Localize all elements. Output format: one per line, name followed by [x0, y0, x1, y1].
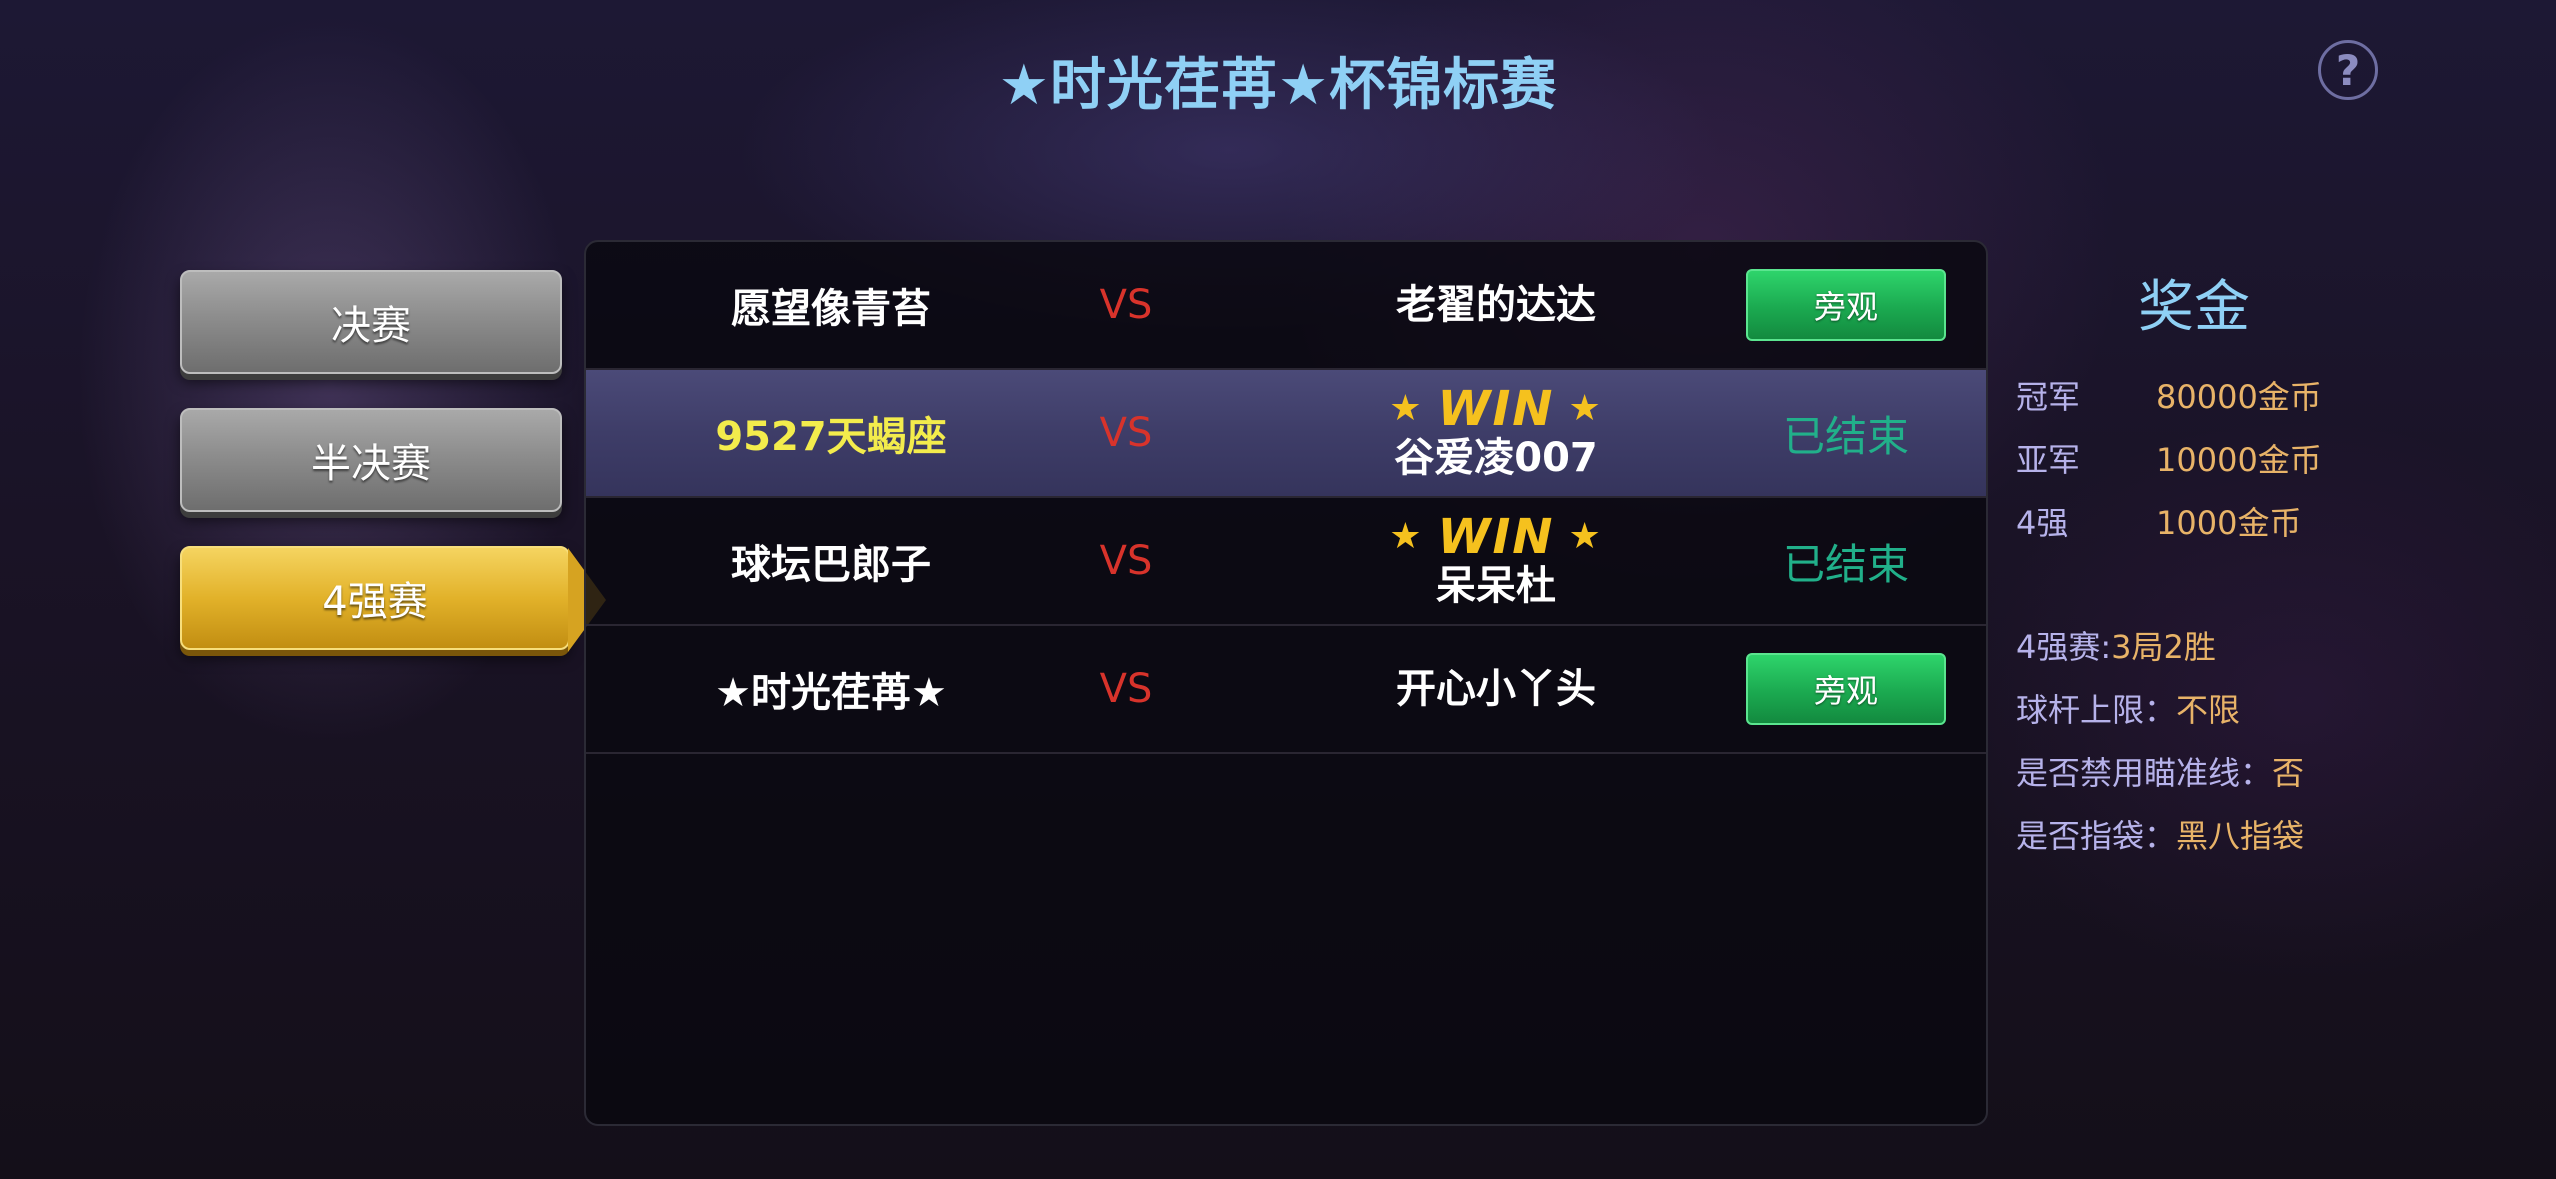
star-icon: ★	[1389, 388, 1424, 429]
star-icon: ★	[1568, 388, 1603, 429]
star-icon: ★	[1568, 516, 1603, 557]
match-list: 愿望像青苔 VS 老翟的达达 旁观 9527天蝎座 VS ★ WIN ★ 谷爱凌…	[584, 240, 1988, 1126]
vs-label: VS	[1099, 538, 1153, 584]
tab-quarterfinal[interactable]: 4强赛	[180, 546, 606, 652]
player2-name: 老翟的达达	[1396, 282, 1596, 328]
tab-semifinal[interactable]: 半决赛	[180, 408, 562, 512]
win-badge: ★ WIN ★	[1389, 384, 1603, 434]
prize-row: 亚军 10000金币	[2016, 435, 2322, 481]
match-row: ★时光荏苒★ VS 开心小丫头 旁观	[586, 626, 1986, 754]
prize-rank: 4强	[2016, 504, 2069, 542]
rule-row: 球杆上限： 不限	[2016, 685, 2240, 731]
prize-rank: 亚军	[2016, 441, 2081, 479]
player1-name: 球坛巴郎子	[731, 542, 931, 588]
prize-amount: 1000金币	[2156, 504, 2302, 542]
match-row: 愿望像青苔 VS 老翟的达达 旁观	[586, 242, 1986, 370]
watch-button[interactable]: 旁观	[1746, 269, 1946, 341]
prize-row: 4强 1000金币	[2016, 498, 2301, 544]
ended-status: 已结束	[1782, 411, 1909, 461]
help-icon: ?	[2335, 45, 2361, 95]
player1-name: 愿望像青苔	[731, 286, 931, 332]
player1-name: 9527天蝎座	[715, 414, 947, 460]
rule-label: 是否指袋：	[2016, 817, 2177, 855]
player1-name: ★时光荏苒★	[715, 670, 947, 716]
rule-label: 球杆上限：	[2016, 691, 2177, 729]
prize-amount: 10000金币	[2156, 441, 2322, 479]
match-row: 球坛巴郎子 VS ★ WIN ★ 呆呆杜 已结束	[586, 498, 1986, 626]
rule-row: 是否指袋： 黑八指袋	[2016, 811, 2304, 857]
ended-status: 已结束	[1782, 539, 1909, 589]
prize-amount: 80000金币	[2156, 378, 2322, 416]
player2-name: 谷爱凌007	[1394, 435, 1598, 481]
prize-title: 奖金	[2138, 275, 2250, 340]
vs-label: VS	[1099, 282, 1153, 328]
prize-rank: 冠军	[2016, 378, 2081, 416]
win-badge: ★ WIN ★	[1389, 512, 1603, 562]
player2: ★ WIN ★ 谷爱凌007	[1226, 370, 1766, 496]
rule-value: 否	[2272, 754, 2305, 792]
player2-name: 呆呆杜	[1436, 563, 1556, 609]
rule-row: 是否禁用瞄准线： 否	[2016, 748, 2304, 794]
page-title: ★时光荏苒★杯锦标赛	[998, 53, 1558, 118]
player2: ★ WIN ★ 呆呆杜	[1226, 498, 1766, 624]
vs-label: VS	[1099, 666, 1153, 712]
rule-row: 4强赛: 3局2胜	[2016, 622, 2216, 668]
rule-value: 不限	[2176, 691, 2241, 729]
player2: 老翟的达达	[1226, 242, 1766, 368]
rule-value: 3局2胜	[2111, 628, 2216, 666]
star-icon: ★	[1389, 516, 1424, 557]
player2-name: 开心小丫头	[1396, 666, 1596, 712]
player2: 开心小丫头	[1226, 626, 1766, 752]
vs-label: VS	[1099, 410, 1153, 456]
rule-label: 4强赛:	[2016, 628, 2112, 666]
match-row: 9527天蝎座 VS ★ WIN ★ 谷爱凌007 已结束	[586, 370, 1986, 498]
watch-button[interactable]: 旁观	[1746, 653, 1946, 725]
help-button[interactable]: ?	[2318, 40, 2378, 100]
tab-final[interactable]: 决赛	[180, 270, 562, 374]
rule-value: 黑八指袋	[2176, 817, 2305, 855]
prize-row: 冠军 80000金币	[2016, 372, 2322, 418]
win-label: WIN	[1437, 509, 1555, 565]
win-label: WIN	[1437, 381, 1555, 437]
rule-label: 是否禁用瞄准线：	[2016, 754, 2273, 792]
